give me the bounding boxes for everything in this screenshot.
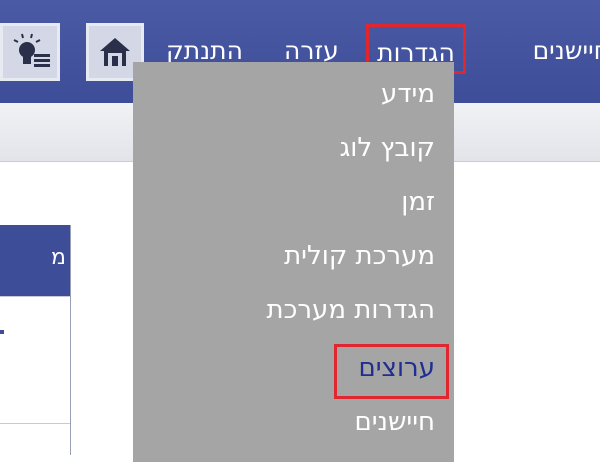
settings-dropdown-menu: מידע קובץ לוג זמן מערכת קולית הגדרות מער…	[133, 62, 454, 462]
menu-item-system-settings[interactable]: הגדרות מערכת	[267, 288, 435, 332]
menu-item-info[interactable]: מידע	[381, 72, 435, 116]
menu-item-time[interactable]: זמן	[401, 180, 435, 224]
selection-highlight	[334, 344, 449, 399]
panel-divider	[0, 296, 70, 297]
menu-item-voice-system[interactable]: מערכת קולית	[284, 234, 435, 278]
home-icon	[100, 38, 130, 66]
nav-sensors[interactable]: חיישנים	[533, 32, 600, 70]
menu-item-log-file[interactable]: קובץ לוג	[340, 126, 435, 170]
side-panel-header: מ	[0, 225, 70, 296]
panel-marker	[0, 330, 4, 334]
lightbulb-list-icon	[13, 33, 50, 67]
side-panel: מ	[0, 225, 71, 455]
lightbulb-list-button[interactable]	[0, 23, 60, 81]
menu-item-sensors[interactable]: חיישנים	[354, 400, 435, 444]
panel-divider	[0, 423, 70, 424]
